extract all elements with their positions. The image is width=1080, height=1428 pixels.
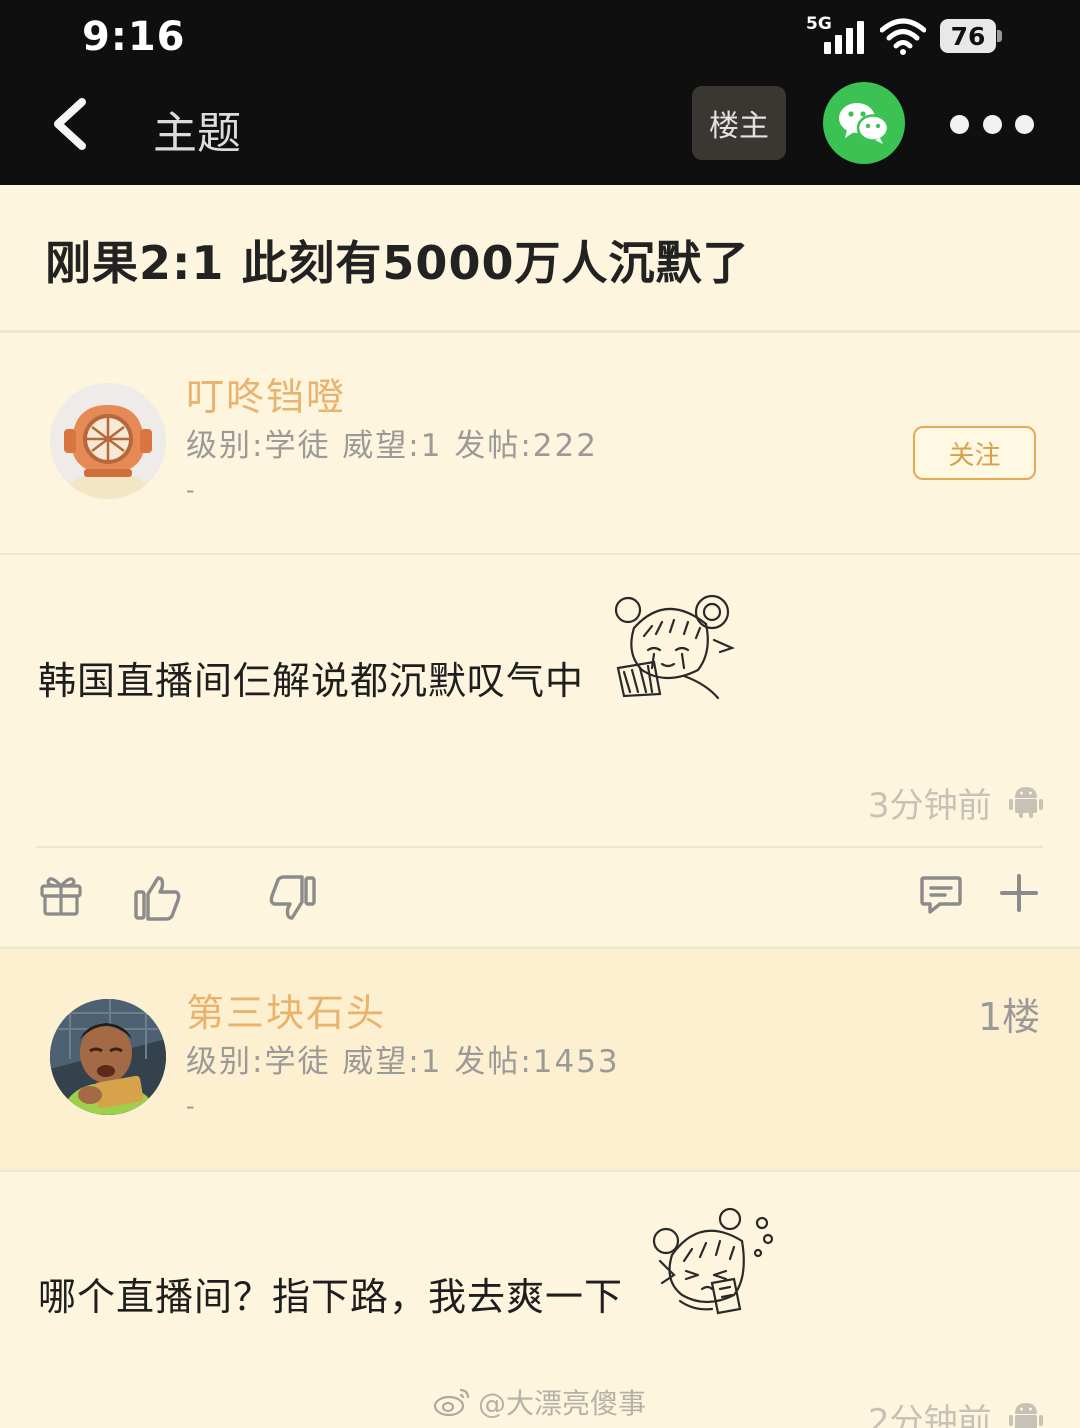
wechat-icon (839, 103, 890, 144)
username[interactable]: 第三块石头 (186, 982, 386, 1037)
status-time: 9:16 (82, 14, 186, 60)
thumbs-down-icon[interactable] (266, 872, 318, 924)
divider (0, 1170, 1080, 1172)
user-meta: 级别:学徒 威望:1 发帖:1453 (186, 1044, 620, 1080)
thumbs-up-icon[interactable] (132, 872, 184, 924)
top-bar: 9:16 5G 76 主题 楼主 (0, 0, 1080, 185)
divider (0, 330, 1080, 333)
page-title: 主题 (153, 108, 241, 159)
watermark: @大漂亮傻事 (432, 1382, 646, 1422)
plus-icon[interactable] (998, 872, 1040, 914)
post-time: 2分钟前 (868, 1402, 992, 1428)
android-icon (1009, 1403, 1043, 1428)
post-content: 哪个直播间？指下路，我去爽一下 (38, 1275, 624, 1319)
avatar[interactable] (50, 383, 166, 499)
wifi-icon (880, 18, 926, 55)
user-signature: - (186, 1092, 195, 1120)
crying-girl-sticker (614, 594, 736, 700)
floor-number: 1楼 (978, 995, 1041, 1039)
username[interactable]: 叮咚铛噔 (186, 366, 346, 421)
divider (36, 846, 1043, 848)
post-time: 3分钟前 (868, 786, 992, 826)
user-signature: - (186, 476, 195, 504)
gift-icon[interactable] (38, 872, 84, 918)
user-meta: 级别:学徒 威望:1 发帖:222 (186, 428, 598, 464)
shy-girl-sticker (652, 1207, 774, 1315)
thread-title: 刚果2:1 此刻有5000万人沉默了 (45, 236, 750, 290)
op-only-button[interactable]: 楼主 (692, 86, 786, 160)
more-icon[interactable] (950, 112, 1034, 136)
back-icon[interactable] (46, 96, 96, 152)
watermark-text: @大漂亮傻事 (478, 1387, 647, 1420)
comment-icon[interactable] (918, 872, 964, 918)
android-icon (1009, 787, 1043, 818)
follow-button[interactable]: 关注 (913, 426, 1036, 480)
crying-boy-avatar (50, 999, 166, 1115)
weibo-icon (433, 1388, 470, 1417)
avatar[interactable] (50, 999, 166, 1115)
post-content: 韩国直播间仨解说都沉默叹气中 (38, 659, 585, 703)
divider (0, 946, 1080, 949)
divider (0, 553, 1080, 555)
battery-icon: 76 (940, 19, 1002, 53)
wechat-share-button[interactable] (823, 82, 905, 164)
diving-helmet-avatar (50, 383, 166, 499)
network-type: 5G (806, 14, 832, 34)
status-icons: 5G 76 (806, 14, 1002, 56)
battery-level: 76 (940, 19, 996, 53)
cellular-signal-icon: 5G (806, 14, 866, 56)
